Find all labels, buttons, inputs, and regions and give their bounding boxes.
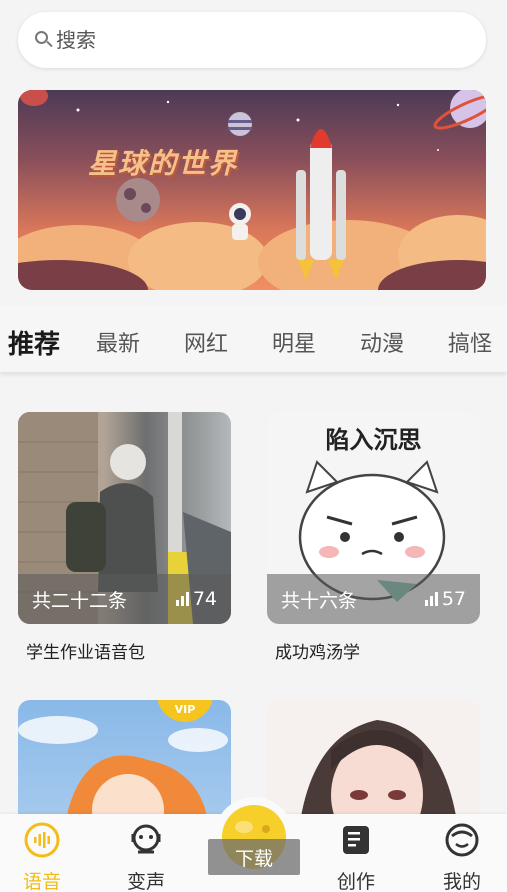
nav-item-voice-changer[interactable]: 变声	[116, 822, 176, 892]
tab-funny[interactable]: 搞怪	[448, 326, 492, 358]
voice-pack-card[interactable]: 共二十二条 74 学生作业语音包	[18, 412, 231, 663]
card-cover-image: 陷入沉思 共十六条 57	[267, 412, 480, 624]
search-bar[interactable]	[18, 12, 486, 68]
tab-latest[interactable]: 最新	[96, 326, 140, 358]
card-cover-image: 共二十二条 74	[18, 412, 231, 624]
nav-item-profile[interactable]: 我的	[432, 822, 492, 892]
play-count: 74	[175, 588, 217, 610]
download-button[interactable]: 下载	[208, 795, 300, 885]
nav-item-create[interactable]: 创作	[326, 822, 386, 892]
card-title: 学生作业语音包	[26, 643, 145, 663]
banner[interactable]: 星球的世界	[18, 90, 486, 290]
banner-illustration	[18, 90, 486, 290]
tab-anime[interactable]: 动漫	[360, 326, 404, 358]
voice-changer-icon	[131, 824, 161, 854]
card-title: 成功鸡汤学	[275, 643, 360, 663]
banner-title: 星球的世界	[88, 147, 239, 180]
play-count-icon	[424, 592, 438, 606]
voice-pack-card[interactable]: 陷入沉思 共十六条 57 成功鸡汤学	[267, 412, 480, 663]
card-count: 共十六条	[281, 589, 358, 612]
card-info-bar: 共二十二条 74	[18, 574, 231, 624]
nav-item-voice[interactable]: 语音	[12, 822, 72, 892]
play-count-icon	[175, 592, 189, 606]
profile-icon	[445, 823, 479, 857]
tab-influencer[interactable]: 网红	[184, 326, 228, 358]
card-info-bar: 共十六条 57	[267, 574, 480, 624]
search-icon	[34, 30, 54, 50]
tab-recommend[interactable]: 推荐	[8, 324, 60, 361]
card-count: 共二十二条	[32, 589, 128, 612]
create-icon	[343, 826, 369, 854]
voice-icon	[24, 822, 60, 858]
download-label: 下载	[208, 839, 300, 875]
tab-celebrity[interactable]: 明星	[272, 326, 316, 358]
category-tabs: 推荐 最新 网红 明星 动漫 搞怪	[0, 306, 507, 372]
play-count: 57	[424, 588, 466, 610]
search-input[interactable]	[56, 28, 456, 52]
